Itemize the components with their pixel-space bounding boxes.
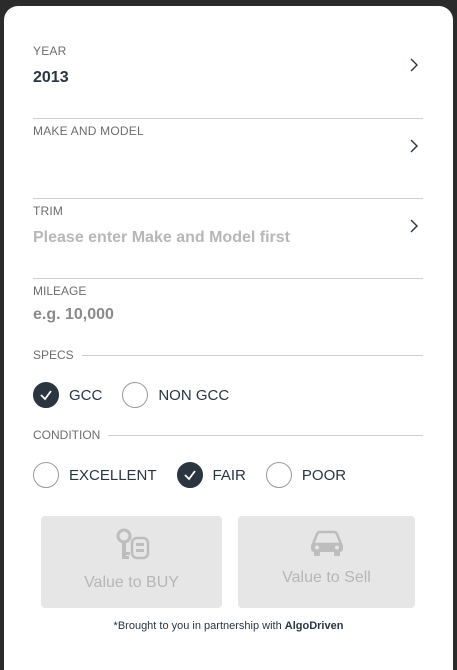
car-valuation-card: YEAR 2013 MAKE AND MODEL TRIM Please ent… xyxy=(4,6,453,670)
condition-option-label: EXCELLENT xyxy=(69,466,157,484)
car-keys-icon xyxy=(112,528,152,569)
specs-option-gcc[interactable]: GCC xyxy=(33,382,102,408)
check-icon xyxy=(183,470,196,481)
year-label: YEAR xyxy=(33,44,67,58)
mileage-input[interactable] xyxy=(33,306,333,324)
trim-label: TRIM xyxy=(33,204,64,218)
specs-option-non-gcc[interactable]: NON GCC xyxy=(122,382,229,408)
value-to-sell-label: Value to Sell xyxy=(282,569,371,586)
radio-unchecked[interactable] xyxy=(122,382,149,408)
radio-unchecked[interactable] xyxy=(265,462,292,488)
radio-checked[interactable] xyxy=(33,382,59,408)
radio-unchecked[interactable] xyxy=(33,462,59,488)
radio-checked[interactable] xyxy=(176,462,203,488)
make-and-model-field[interactable]: MAKE AND MODEL xyxy=(33,119,423,199)
condition-option-excellent[interactable]: EXCELLENT xyxy=(33,462,157,488)
specs-radio-group: GCC NON GCC xyxy=(33,382,249,408)
car-icon xyxy=(309,528,345,563)
specs-header: SPECS xyxy=(33,348,423,362)
condition-option-label: POOR xyxy=(301,466,347,484)
specs-option-label: NON GCC xyxy=(158,386,230,404)
chevron-right-icon xyxy=(407,139,421,153)
mileage-label: MILEAGE xyxy=(33,284,87,298)
specs-option-label: GCC xyxy=(69,386,103,404)
trim-placeholder: Please enter Make and Model first xyxy=(33,229,290,246)
condition-option-poor[interactable]: POOR xyxy=(265,462,347,488)
check-icon xyxy=(40,390,52,401)
chevron-right-icon xyxy=(407,219,421,233)
value-to-buy-button[interactable]: Value to BUY xyxy=(41,516,222,608)
partner-credit: *Brought to you in partnership with Algo… xyxy=(4,620,453,632)
make-and-model-label: MAKE AND MODEL xyxy=(33,124,144,138)
condition-option-fair[interactable]: FAIR xyxy=(176,462,246,488)
year-value: 2013 xyxy=(33,69,69,86)
credit-prefix: *Brought to you in partnership with xyxy=(113,620,285,632)
year-field[interactable]: YEAR 2013 xyxy=(33,39,423,119)
partner-name: AlgoDriven xyxy=(284,620,344,632)
trim-field[interactable]: TRIM Please enter Make and Model first xyxy=(33,199,423,279)
value-to-buy-label: Value to BUY xyxy=(84,574,179,591)
divider xyxy=(108,434,423,436)
condition-label: CONDITION xyxy=(33,428,101,442)
divider xyxy=(81,354,423,356)
condition-header: CONDITION xyxy=(33,428,423,442)
value-to-sell-button[interactable]: Value to Sell xyxy=(238,516,415,608)
chevron-right-icon xyxy=(407,58,421,72)
condition-radio-group: EXCELLENT FAIR POOR xyxy=(33,462,366,488)
specs-label: SPECS xyxy=(33,348,74,362)
condition-option-label: FAIR xyxy=(212,466,246,484)
